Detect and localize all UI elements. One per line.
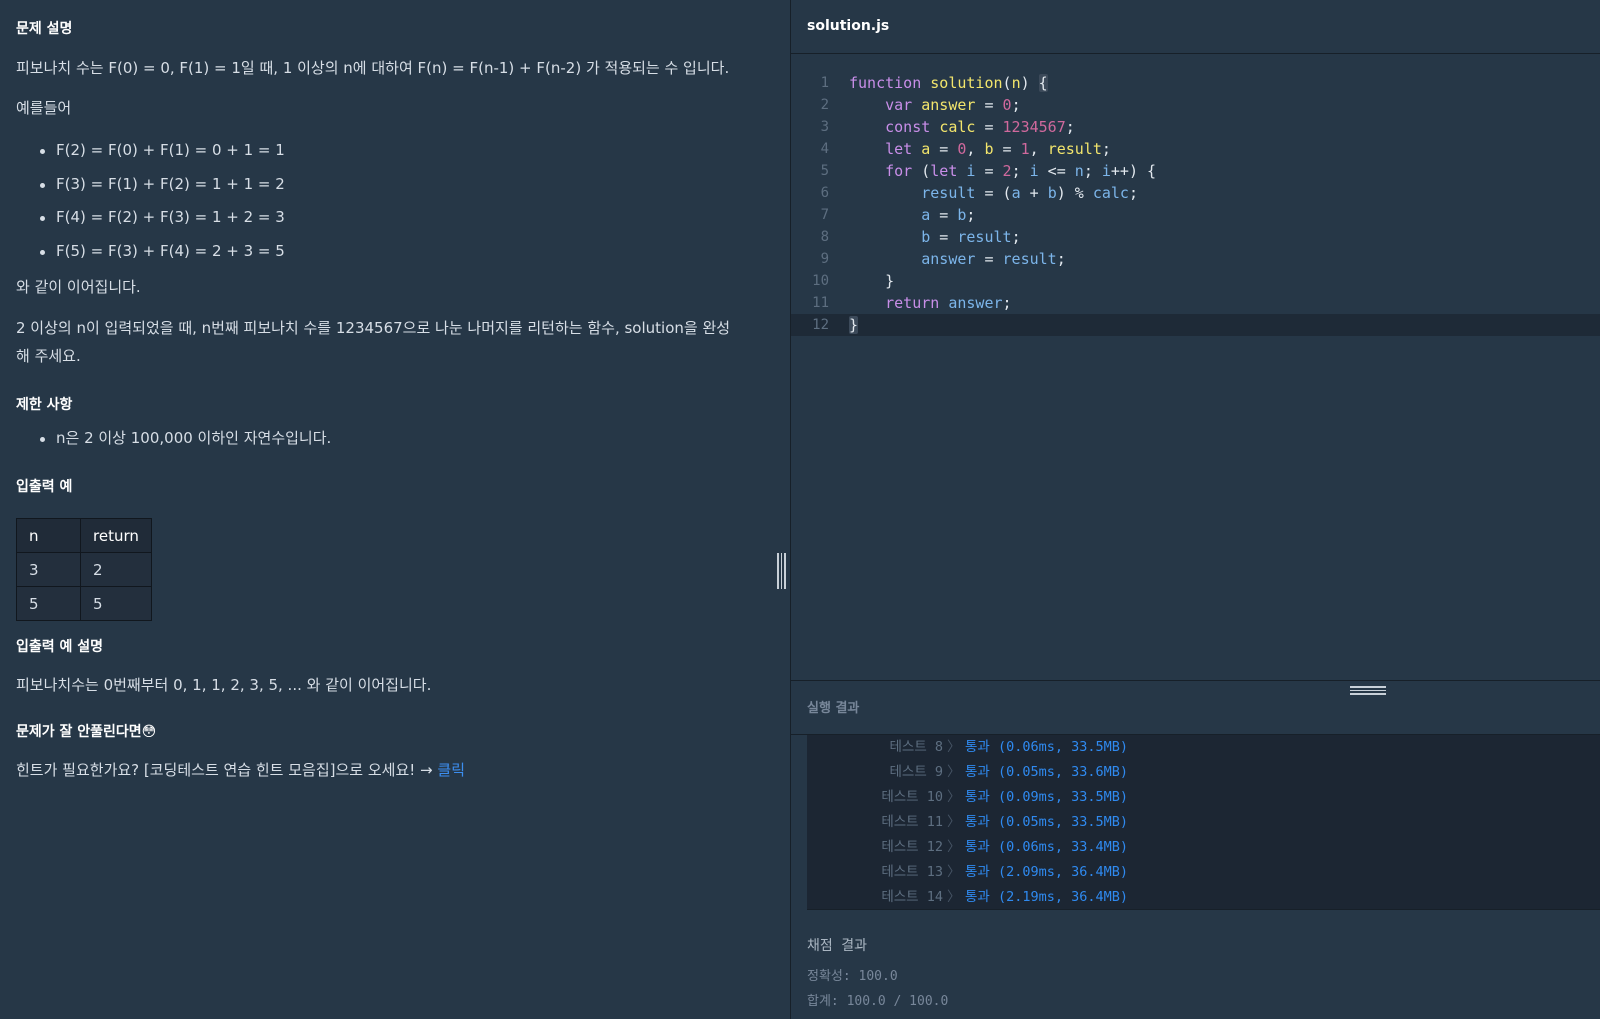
help-heading: 문제가 잘 안풀린다면😳 <box>16 724 157 740</box>
test-name: 테스트 13 <box>881 864 943 880</box>
table-header-row: n return <box>16 518 152 553</box>
table-cell: 5 <box>80 586 152 621</box>
test-results-console[interactable]: 테스트 8 〉 통과 (0.06ms, 33.5MB) 테스트 9 〉 통과 (0.05… <box>807 735 1600 910</box>
chevron-right-icon: 〉 <box>947 839 961 855</box>
problem-intro: 피보나치 수는 F(0) = 0, F(1) = 1일 때, 1 이상의 n에 … <box>16 59 730 77</box>
code-line[interactable]: 8 b = result; <box>791 226 1600 248</box>
code-line[interactable]: 4 let a = 0, b = 1, result; <box>791 138 1600 160</box>
test-status: 통과 (0.06ms, 33.5MB) <box>965 739 1129 755</box>
table-header: return <box>80 518 152 553</box>
grade-title: 채점 결과 <box>807 938 867 954</box>
code-line[interactable]: 10 } <box>791 270 1600 292</box>
line-number: 7 <box>820 207 829 223</box>
constraints-list: n은 2 이상 100,000 이하인 자연수입니다. <box>38 422 331 456</box>
test-status: 통과 (2.19ms, 36.4MB) <box>965 889 1129 905</box>
chevron-right-icon: 〉 <box>947 889 961 905</box>
table-cell: 3 <box>16 552 81 587</box>
problem-heading: 문제 설명 <box>16 21 73 37</box>
vertical-resize-handle[interactable] <box>777 553 787 589</box>
chevron-right-icon: 〉 <box>947 814 961 830</box>
io-heading: 입출력 예 <box>16 479 73 495</box>
test-name: 테스트 10 <box>881 789 943 805</box>
line-number: 10 <box>812 273 829 289</box>
line-number: 12 <box>812 317 829 333</box>
code-line[interactable]: 9 answer = result; <box>791 248 1600 270</box>
editor-tab-bar: solution.js <box>791 0 1600 54</box>
test-name: 테스트 11 <box>881 814 943 830</box>
results-divider <box>791 680 1600 681</box>
test-name: 테스트 12 <box>881 839 943 855</box>
help-line: 힌트가 필요한가요? [코딩테스트 연습 힌트 모음집]으로 오세요! → 클릭 <box>16 759 465 780</box>
example-label: 예를들어 <box>16 99 72 117</box>
io-table: n return 3 2 5 5 <box>16 518 152 621</box>
line-number: 3 <box>820 119 829 135</box>
table-cell: 5 <box>16 586 81 621</box>
problem-description-panel: 문제 설명 피보나치 수는 F(0) = 0, F(1) = 1일 때, 1 이… <box>0 0 790 1019</box>
line-number: 11 <box>812 295 829 311</box>
file-tab[interactable]: solution.js <box>807 18 889 34</box>
code-line[interactable]: 2 var answer = 0; <box>791 94 1600 116</box>
line-number: 6 <box>820 185 829 201</box>
help-text: 힌트가 필요한가요? [코딩테스트 연습 힌트 모음집]으로 오세요! → <box>16 761 438 779</box>
chevron-right-icon: 〉 <box>947 764 961 780</box>
line-number: 2 <box>820 97 829 113</box>
hint-link[interactable]: 클릭 <box>437 761 465 779</box>
editor-panel: solution.js 1 function solution(n) { 2 va… <box>791 0 1600 1019</box>
table-row: 3 2 <box>16 552 152 587</box>
accuracy-score: 정확성: 100.0 <box>807 969 898 984</box>
test-name: 테스트 9 <box>889 764 943 780</box>
table-header: n <box>16 518 81 553</box>
list-item: F(3) = F(1) + F(2) = 1 + 1 = 2 <box>38 168 285 202</box>
table-cell: 2 <box>80 552 152 587</box>
task-line-1: 2 이상의 n이 입력되었을 때, n번째 피보나치 수를 1234567으로 … <box>16 319 731 337</box>
list-item: F(2) = F(0) + F(1) = 0 + 1 = 1 <box>38 134 285 168</box>
test-name: 테스트 14 <box>881 889 943 905</box>
chevron-right-icon: 〉 <box>947 739 961 755</box>
io-explain-text: 피보나치수는 0번째부터 0, 1, 1, 2, 3, 5, ... 와 같이 … <box>16 676 432 694</box>
line-number: 9 <box>820 251 829 267</box>
line-number: 5 <box>820 163 829 179</box>
code-line[interactable]: 1 function solution(n) { <box>791 72 1600 94</box>
chevron-right-icon: 〉 <box>947 789 961 805</box>
list-item: n은 2 이상 100,000 이하인 자연수입니다. <box>38 422 331 456</box>
constraints-heading: 제한 사항 <box>16 397 73 413</box>
code-line[interactable]: 5 for (let i = 2; i <= n; i++) { <box>791 160 1600 182</box>
chevron-right-icon: 〉 <box>947 864 961 880</box>
horizontal-resize-handle[interactable] <box>1350 686 1386 696</box>
line-number: 8 <box>820 229 829 245</box>
test-status: 통과 (0.09ms, 33.5MB) <box>965 789 1129 805</box>
line-number: 4 <box>820 141 829 157</box>
total-score: 합계: 100.0 / 100.0 <box>807 994 949 1009</box>
list-item: F(4) = F(2) + F(3) = 1 + 2 = 3 <box>38 201 285 235</box>
task-line-2: 해 주세요. <box>16 347 81 365</box>
code-line-active[interactable]: 12} <box>791 314 1600 336</box>
code-line[interactable]: 7 a = b; <box>791 204 1600 226</box>
example-list: F(2) = F(0) + F(1) = 0 + 1 = 1 F(3) = F(… <box>38 134 285 268</box>
test-name: 테스트 8 <box>889 739 943 755</box>
code-line[interactable]: 3 const calc = 1234567; <box>791 116 1600 138</box>
test-status: 통과 (2.09ms, 36.4MB) <box>965 864 1129 880</box>
line-number: 1 <box>820 75 829 91</box>
code-line[interactable]: 6 result = (a + b) % calc; <box>791 182 1600 204</box>
list-item: F(5) = F(3) + F(4) = 2 + 3 = 5 <box>38 235 285 269</box>
code-line[interactable]: 11 return answer; <box>791 292 1600 314</box>
continues-text: 와 같이 이어집니다. <box>16 278 141 296</box>
test-status: 통과 (0.05ms, 33.5MB) <box>965 814 1129 830</box>
io-explain-heading: 입출력 예 설명 <box>16 639 104 655</box>
results-label: 실행 결과 <box>807 701 860 716</box>
test-status: 통과 (0.05ms, 33.6MB) <box>965 764 1129 780</box>
test-status: 통과 (0.06ms, 33.4MB) <box>965 839 1129 855</box>
table-row: 5 5 <box>16 586 152 621</box>
code-editor[interactable]: 1 function solution(n) { 2 var answer = 0… <box>791 55 1600 680</box>
